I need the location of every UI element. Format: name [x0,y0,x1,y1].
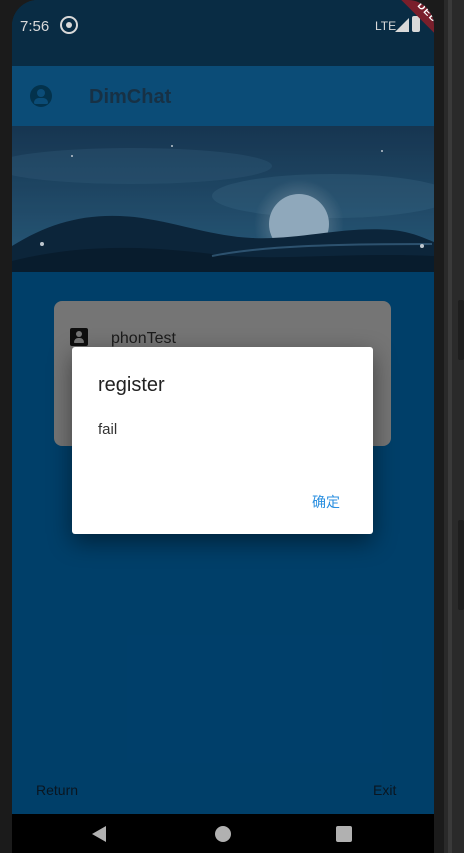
dialog-title: register [98,374,165,396]
power-button [458,520,464,610]
confirm-button[interactable]: 确定 [308,490,344,514]
volume-button [458,300,464,360]
phone-screen: 7:56 LTE DimChat phonTest Return Exit re… [12,0,434,853]
bezel-edge [448,0,452,853]
dialog-message: fail [98,421,118,438]
device-bezel [444,0,464,853]
alert-dialog: register fail 确定 [72,347,373,534]
